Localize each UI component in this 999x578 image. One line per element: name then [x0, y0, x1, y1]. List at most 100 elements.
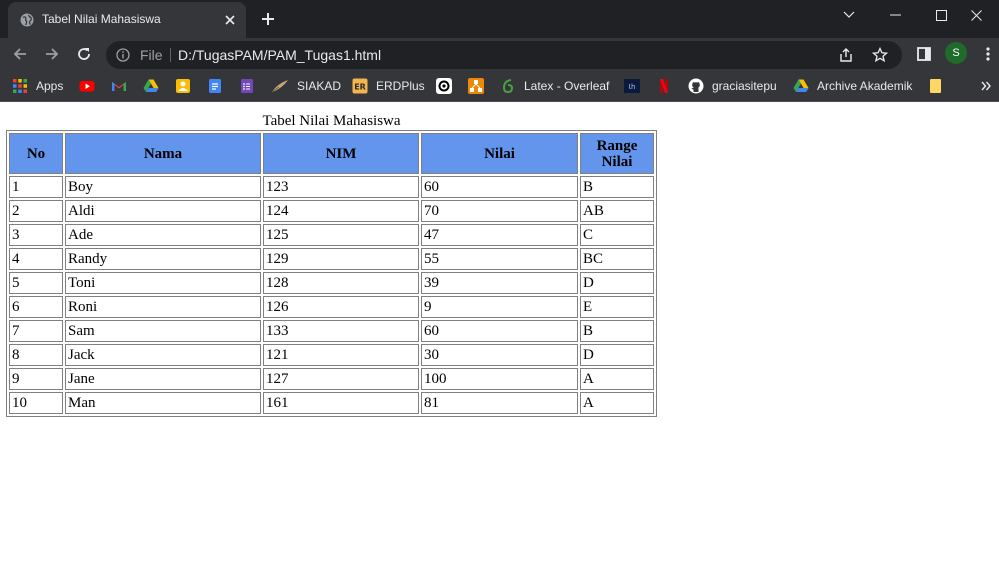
quill-icon — [271, 80, 288, 93]
cell-nama: Randy — [65, 248, 261, 270]
tab-title: Tabel Nilai Mahasiswa — [42, 12, 161, 26]
cell-nim: 161 — [263, 392, 419, 414]
bookmark-archive-akademik[interactable]: Archive Akademik — [793, 78, 912, 94]
overleaf-icon — [502, 79, 514, 94]
share-icon[interactable] — [838, 47, 854, 63]
bookmark-dh[interactable]: Ꙇh — [624, 78, 640, 94]
bookmark-star-icon[interactable] — [872, 47, 888, 63]
cell-nilai: 100 — [421, 368, 578, 390]
cell-range-nilai: A — [580, 368, 654, 390]
cell-no: 9 — [9, 368, 63, 390]
cell-no: 10 — [9, 392, 63, 414]
bookmark-github[interactable]: graciasitepu — [688, 78, 777, 94]
bookmark-google-forms[interactable] — [239, 78, 255, 94]
bookmark-youtube[interactable] — [79, 78, 95, 94]
url-text[interactable]: D:/TugasPAM/PAM_Tugas1.html — [178, 47, 381, 63]
forward-arrow-icon[interactable] — [42, 44, 62, 64]
cell-nim: 133 — [263, 320, 419, 342]
cell-nama: Sam — [65, 320, 261, 342]
header-nama: Nama — [65, 133, 261, 174]
bookmarks-overflow-icon[interactable] — [981, 78, 991, 94]
cell-range-nilai: BC — [580, 248, 654, 270]
cell-no: 6 — [9, 296, 63, 318]
bookmark-erdplus[interactable]: ER ERDPlus — [352, 78, 425, 94]
reload-icon[interactable] — [74, 44, 94, 64]
browser-tab[interactable]: Tabel Nilai Mahasiswa — [8, 2, 246, 38]
bookmark-diagram[interactable] — [468, 78, 484, 94]
google-drive-icon — [143, 79, 159, 92]
bookmark-netflix[interactable] — [656, 78, 672, 94]
cell-nim: 123 — [263, 176, 419, 198]
cell-nim: 125 — [263, 224, 419, 246]
cell-no: 1 — [9, 176, 63, 198]
back-arrow-icon[interactable] — [10, 44, 30, 64]
minimize-window-icon[interactable] — [872, 0, 918, 30]
profile-avatar[interactable]: S — [945, 42, 967, 64]
bookmark-label: ERDPlus — [376, 79, 425, 93]
cell-no: 2 — [9, 200, 63, 222]
svg-text:ER: ER — [354, 83, 366, 92]
bookmark-apps[interactable]: Apps — [12, 78, 63, 94]
diagram-icon — [468, 78, 484, 94]
table-row: 6 Roni 126 9 E — [9, 296, 654, 318]
cell-nilai: 39 — [421, 272, 578, 294]
table-row: 8 Jack 121 30 D — [9, 344, 654, 366]
cell-no: 4 — [9, 248, 63, 270]
more-menu-icon[interactable] — [978, 44, 998, 64]
table-row: 3 Ade 125 47 C — [9, 224, 654, 246]
bookmark-label: graciasitepu — [712, 79, 777, 93]
cell-nilai: 55 — [421, 248, 578, 270]
cell-range-nilai: D — [580, 272, 654, 294]
folder-icon — [930, 79, 941, 93]
side-panel-icon[interactable] — [914, 44, 934, 64]
bookmark-overleaf[interactable]: Latex - Overleaf — [500, 78, 609, 94]
browser-toolbar: File D:/TugasPAM/PAM_Tugas1.html S — [0, 38, 999, 70]
url-scheme-label: File — [140, 47, 163, 63]
address-bar[interactable]: File D:/TugasPAM/PAM_Tugas1.html — [106, 41, 902, 69]
apps-grid-icon — [13, 79, 27, 93]
bookmark-gmail[interactable] — [111, 78, 127, 94]
header-range-nilai: Range Nilai — [580, 133, 654, 174]
cell-no: 5 — [9, 272, 63, 294]
cell-range-nilai: C — [580, 224, 654, 246]
google-photos-icon — [176, 79, 190, 93]
cell-no: 7 — [9, 320, 63, 342]
cell-nilai: 60 — [421, 320, 578, 342]
table-caption: Tabel Nilai Mahasiswa — [262, 113, 401, 129]
dh-icon: Ꙇh — [624, 79, 640, 93]
bookmark-google-drive[interactable] — [143, 78, 159, 94]
grades-table: Tabel Nilai Mahasiswa No Nama NIM Nilai … — [6, 112, 657, 417]
url-separator — [170, 48, 171, 62]
header-nilai: Nilai — [421, 133, 578, 174]
cell-nama: Jane — [65, 368, 261, 390]
gmail-icon — [112, 82, 126, 91]
bookmark-google-docs[interactable] — [207, 78, 223, 94]
cell-nim: 121 — [263, 344, 419, 366]
cell-nama: Aldi — [65, 200, 261, 222]
close-window-icon[interactable] — [953, 0, 999, 30]
tab-search-chevron-icon[interactable] — [826, 0, 872, 30]
cell-no: 8 — [9, 344, 63, 366]
close-tab-icon[interactable] — [222, 12, 238, 28]
cell-range-nilai: AB — [580, 200, 654, 222]
info-icon[interactable] — [116, 48, 130, 62]
cell-nama: Roni — [65, 296, 261, 318]
bookmark-openai[interactable] — [436, 78, 452, 94]
cell-nim: 129 — [263, 248, 419, 270]
cell-nama: Man — [65, 392, 261, 414]
cell-nilai: 70 — [421, 200, 578, 222]
bookmark-label: Apps — [36, 79, 64, 93]
table-row: 10 Man 161 81 A — [9, 392, 654, 414]
table-row: 4 Randy 129 55 BC — [9, 248, 654, 270]
erdplus-icon: ER — [352, 78, 368, 94]
bookmark-folder[interactable] — [928, 78, 944, 94]
new-tab-plus-icon[interactable] — [259, 10, 277, 28]
cell-nilai: 60 — [421, 176, 578, 198]
cell-nim: 127 — [263, 368, 419, 390]
cell-nama: Boy — [65, 176, 261, 198]
bookmark-google-photos[interactable] — [175, 78, 191, 94]
table-header-row: No Nama NIM Nilai Range Nilai — [9, 133, 654, 174]
table-row: 2 Aldi 124 70 AB — [9, 200, 654, 222]
bookmark-label: Latex - Overleaf — [524, 79, 610, 93]
bookmark-siakad[interactable]: SIAKAD — [271, 78, 341, 94]
